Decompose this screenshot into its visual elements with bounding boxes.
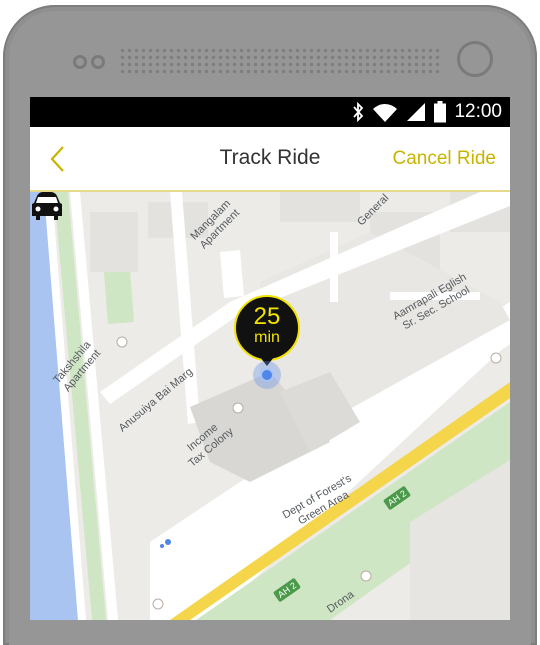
back-button[interactable] — [44, 144, 70, 174]
battery-icon — [434, 101, 447, 123]
chevron-left-icon — [50, 146, 64, 172]
status-bar: 12:00 — [30, 97, 510, 127]
map-view[interactable]: Mangalam Apartment General Aamrapali Egl… — [30, 192, 510, 620]
app-bar: Track Ride Cancel Ride — [30, 127, 510, 192]
eta-bubble: 25 min — [234, 295, 300, 361]
map-base — [30, 192, 510, 620]
phone-screen: 12:00 Track Ride Cancel Ride Mangalam Ap… — [30, 97, 510, 620]
cancel-ride-button[interactable]: Cancel Ride — [393, 148, 497, 170]
sensor-dots — [73, 55, 109, 74]
eta-minutes: 25 — [253, 303, 281, 330]
status-icons: 12:00 — [352, 101, 502, 123]
eta-unit: min — [254, 329, 280, 346]
signal-icon — [407, 103, 426, 121]
front-camera — [457, 41, 493, 77]
wifi-icon — [373, 104, 398, 122]
current-location-dot — [260, 368, 274, 382]
car-icon[interactable] — [30, 192, 64, 222]
speaker-grille — [119, 47, 443, 77]
bluetooth-icon — [353, 102, 364, 122]
status-time: 12:00 — [454, 101, 502, 122]
